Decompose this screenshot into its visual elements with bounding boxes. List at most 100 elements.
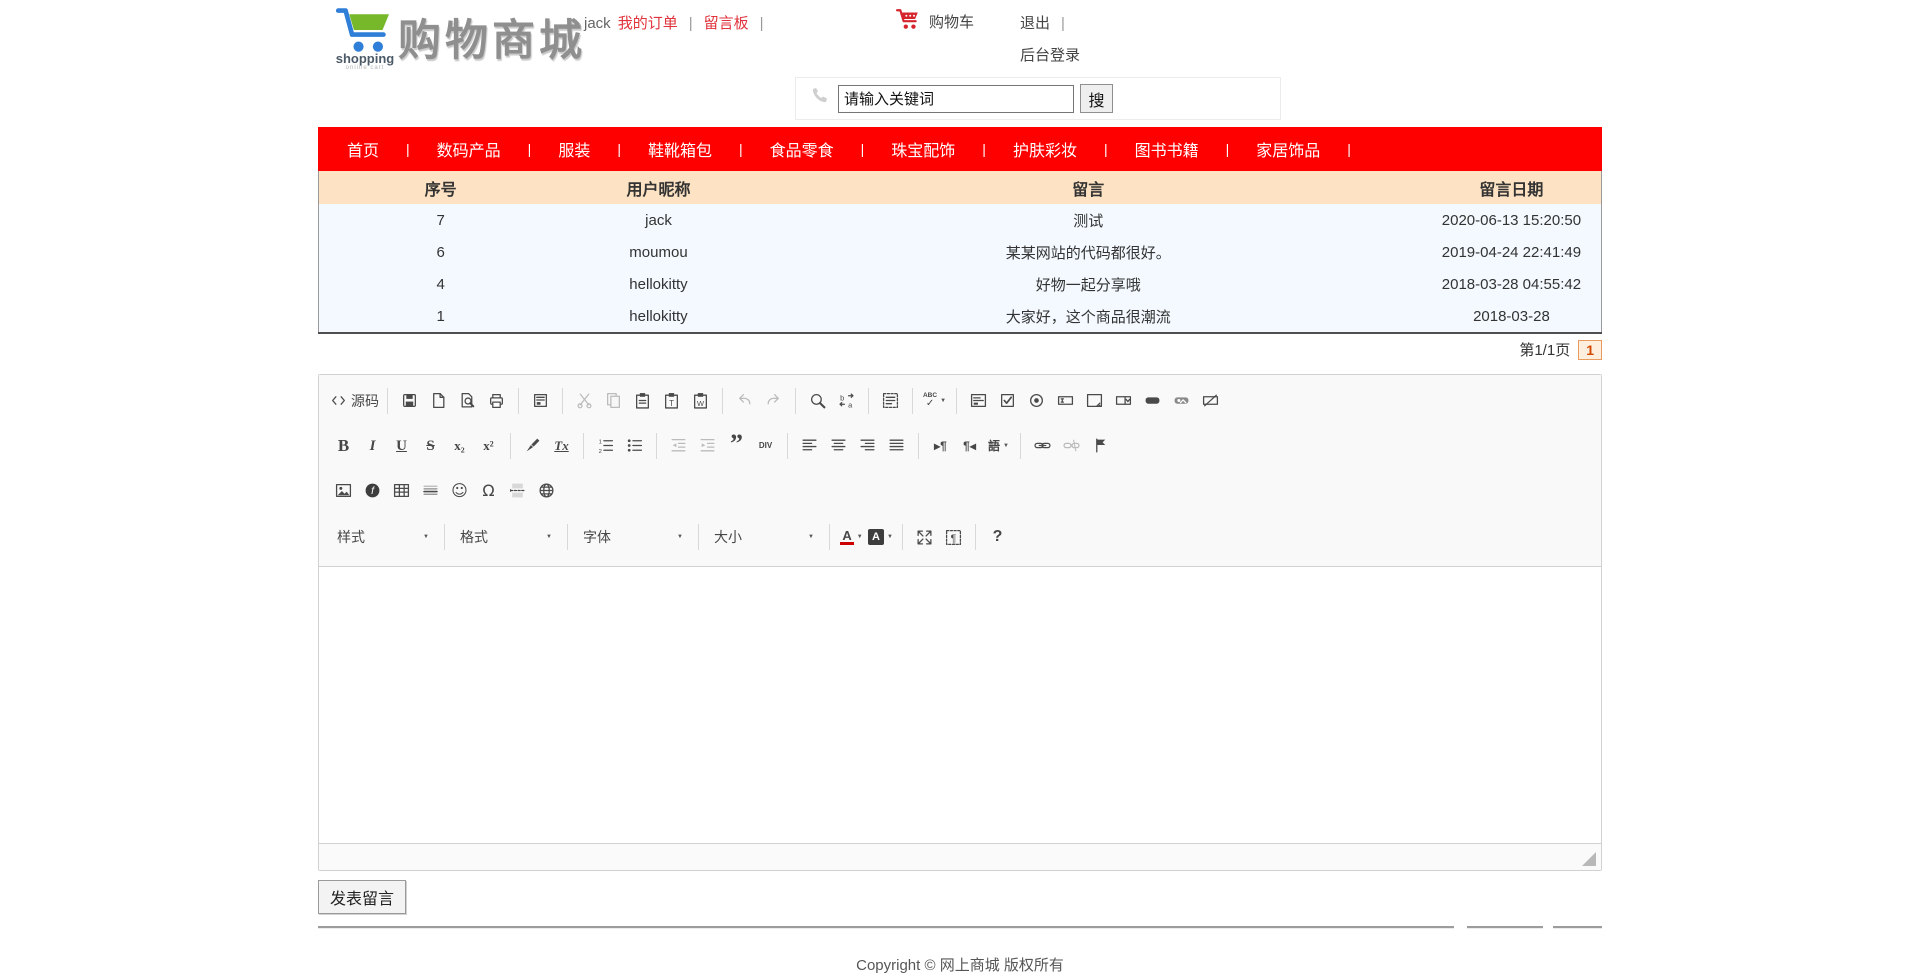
justify-center-button[interactable] [825,432,852,459]
nav-item-clothing[interactable]: 服装 [553,137,595,161]
text-color-button[interactable]: A▼ [838,524,865,551]
link-button[interactable] [1029,432,1056,459]
justify-block-button[interactable] [883,432,910,459]
textarea-button[interactable] [1081,387,1108,414]
nav-item-books[interactable]: 图书书籍 [1130,137,1204,161]
page-break-button[interactable] [504,477,531,504]
nav-separator: | [739,141,743,157]
bulleted-list-button[interactable] [621,432,648,459]
nav-item-snacks[interactable]: 食品零食 [765,137,839,161]
form-button[interactable] [965,387,992,414]
new-page-button[interactable] [425,387,452,414]
templates-icon [532,392,549,409]
select-all-button[interactable] [877,387,904,414]
redo-button[interactable] [760,387,787,414]
logout-link[interactable]: 退出 [1020,15,1050,32]
select-field-button[interactable] [1110,387,1137,414]
justify-right-button[interactable] [854,432,881,459]
blockquote-button[interactable]: ” [723,432,750,459]
new-page-icon [430,392,447,409]
hidden-field-button[interactable] [1197,387,1224,414]
image-button[interactable] [330,477,357,504]
bidi-ltr-button[interactable]: ▸¶ [927,432,954,459]
table-button[interactable] [388,477,415,504]
copy-button[interactable] [600,387,627,414]
button-field-button[interactable] [1139,387,1166,414]
superscript-button[interactable]: x² [475,432,502,459]
nav-item-shoes-bags[interactable]: 鞋靴箱包 [643,137,717,161]
strike-button[interactable]: S [417,432,444,459]
flash-button[interactable]: f [359,477,386,504]
save-button[interactable] [396,387,423,414]
dropdown-arrow-icon: ▼ [940,398,946,404]
site-logo[interactable]: shopping online cart [322,6,408,72]
justify-left-button[interactable] [796,432,823,459]
styles-combo[interactable]: 样式▼ [329,524,437,551]
italic-button[interactable]: I [359,432,386,459]
toolbar-row-4: 样式▼ 格式▼ 字体▼ 大小▼ A▼A▼ ¶? [329,513,1591,561]
separator: | [760,15,764,32]
language-button[interactable]: 語▼ [985,432,1012,459]
numbered-list-button[interactable]: 12 [592,432,619,459]
bold-button[interactable]: B [330,432,357,459]
smiley-button[interactable]: ☺ [446,477,473,504]
message-board-link[interactable]: 留言板 [704,15,749,32]
outdent-button[interactable] [665,432,692,459]
templates-button[interactable] [527,387,554,414]
page-number-button[interactable]: 1 [1578,340,1602,360]
bg-color-button[interactable]: A▼ [867,524,894,551]
nav-item-beauty[interactable]: 护肤彩妆 [1008,137,1082,161]
nav-item-home-decor[interactable]: 家居饰品 [1251,137,1325,161]
size-combo[interactable]: 大小▼ [706,524,822,551]
div-container-button[interactable]: DIV [752,432,779,459]
editor-content[interactable] [319,567,1601,843]
maximize-button[interactable] [911,524,938,551]
special-char-button[interactable]: Ω [475,477,502,504]
underline-button[interactable]: U [388,432,415,459]
subscript-button[interactable]: x₂ [446,432,473,459]
paste-word-button[interactable]: W [687,387,714,414]
image-button-button[interactable] [1168,387,1195,414]
search-button[interactable]: 搜 [1080,84,1113,113]
post-message-button[interactable]: 发表留言 [318,880,406,914]
resize-handle-icon[interactable] [1582,852,1596,866]
copy-formatting-button[interactable] [519,432,546,459]
source-button[interactable]: 源码 [330,387,379,414]
cart-link[interactable]: 购物车 [896,8,974,34]
iframe-button[interactable] [533,477,560,504]
nav-item-digital[interactable]: 数码产品 [432,137,506,161]
show-blocks-button[interactable]: ¶ [940,524,967,551]
page-break-icon [509,482,526,499]
admin-login-link[interactable]: 后台登录 [1020,47,1080,64]
nav-separator: | [406,141,410,157]
nav-item-jewelry[interactable]: 珠宝配饰 [886,137,960,161]
format-combo[interactable]: 格式▼ [452,524,560,551]
spell-check-button[interactable]: ABC✓▼ [921,387,948,414]
checkbox-button[interactable] [994,387,1021,414]
paste-text-button[interactable]: T [658,387,685,414]
cut-button[interactable] [571,387,598,414]
cell-message: 测试 [755,204,1422,236]
table-row: 7 jack 测试 2020-06-13 15:20:50 [319,204,1602,236]
my-orders-link[interactable]: 我的订单 [618,15,678,32]
anchor-button[interactable] [1087,432,1114,459]
indent-button[interactable] [694,432,721,459]
nav-item-home[interactable]: 首页 [342,137,384,161]
text-field-button[interactable] [1052,387,1079,414]
horizontal-rule-button[interactable] [417,477,444,504]
find-button[interactable] [804,387,831,414]
radio-button[interactable] [1023,387,1050,414]
source-label: 源码 [351,391,379,411]
cell-nick: hellokitty [562,268,754,300]
bidi-rtl-button[interactable]: ¶◂ [956,432,983,459]
undo-button[interactable] [731,387,758,414]
replace-button[interactable]: ba [833,387,860,414]
search-input[interactable] [838,85,1074,113]
unlink-button[interactable] [1058,432,1085,459]
paste-button[interactable] [629,387,656,414]
about-button[interactable]: ? [984,524,1011,551]
font-combo[interactable]: 字体▼ [575,524,691,551]
preview-button[interactable] [454,387,481,414]
print-button[interactable] [483,387,510,414]
remove-format-button[interactable]: Tx [548,432,575,459]
